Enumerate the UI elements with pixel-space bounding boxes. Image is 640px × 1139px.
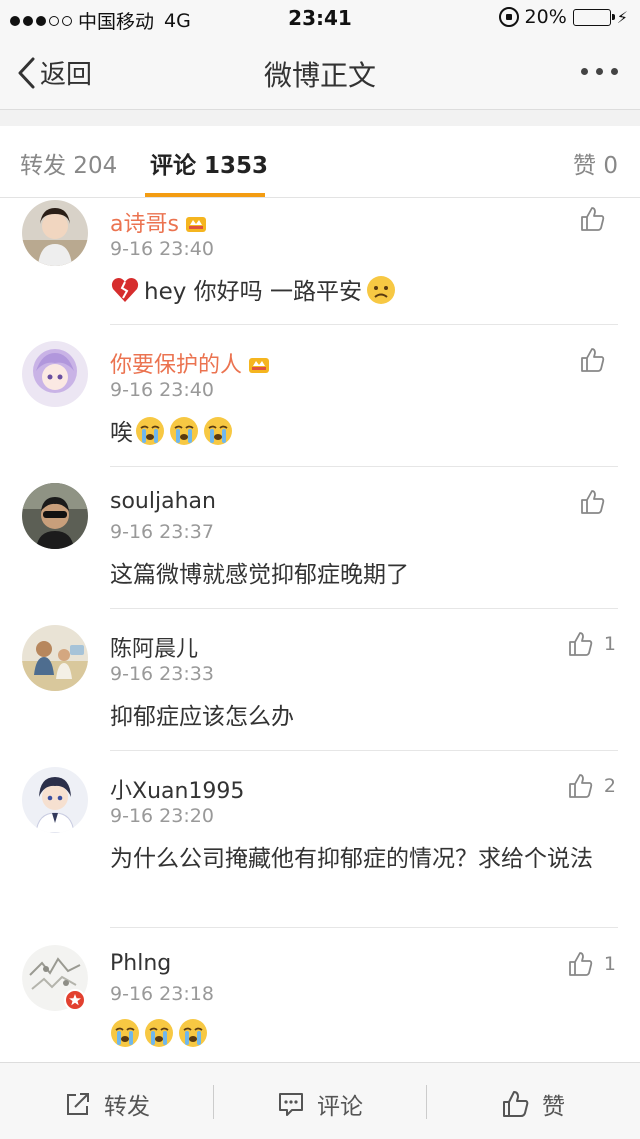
comment-text: hey 你好吗 一路平安 [110, 274, 610, 310]
comment-timestamp: 9-16 23:33 [110, 663, 214, 685]
crying-face-icon [170, 417, 198, 445]
comment-username[interactable]: 陈阿晨儿 [110, 631, 198, 663]
page-title: 微博正文 [263, 59, 376, 92]
battery-percent: 20% [524, 6, 567, 28]
like-count: 2 [603, 775, 616, 797]
charging-icon: ⚡ [616, 7, 628, 27]
vip-crown-icon [185, 217, 206, 232]
tab-reposts[interactable]: 转发 204 [20, 146, 117, 180]
verified-badge-icon [64, 989, 86, 1011]
bottom-toolbar: 转发 评论 赞 [0, 1062, 640, 1139]
tab-comments[interactable]: 评论 1353 [150, 146, 268, 180]
divider [110, 750, 618, 751]
thumbs-up-icon [569, 632, 593, 656]
like-button[interactable] [580, 347, 616, 373]
comment-list[interactable]: a诗哥s 9-16 23:40 hey 你好吗 一路平安 你要保护的人 9-16… [0, 198, 640, 1062]
comment-username[interactable]: 小Xuan1995 [110, 773, 244, 805]
broken-heart-icon [111, 278, 139, 302]
share-icon [67, 1093, 89, 1115]
comment-text [110, 1017, 610, 1053]
thumbs-up-icon [581, 207, 605, 231]
avatar[interactable] [22, 625, 88, 691]
more-options-icon[interactable] [581, 68, 618, 75]
status-bar: 中国移动 4G 23:41 20% ⚡ [0, 0, 640, 38]
thumbs-up-icon [503, 1091, 529, 1117]
divider [110, 466, 618, 467]
crying-face-icon [204, 417, 232, 445]
orientation-lock-icon [498, 7, 519, 27]
avatar[interactable] [22, 341, 88, 407]
like-button[interactable] [580, 489, 616, 515]
battery-area: 20% ⚡ [498, 6, 628, 28]
active-tab-indicator [145, 193, 265, 197]
comment-timestamp: 9-16 23:37 [110, 521, 214, 543]
toolbar-divider [213, 1085, 214, 1119]
battery-icon [572, 8, 615, 26]
like-count: 1 [603, 633, 616, 655]
comment-button[interactable]: 评论 [277, 1087, 363, 1121]
comment-timestamp: 9-16 23:18 [110, 983, 214, 1005]
like-button[interactable]: 1 [568, 951, 616, 977]
crying-face-icon [179, 1019, 207, 1047]
divider [110, 927, 618, 928]
avatar[interactable] [22, 767, 88, 833]
avatar[interactable] [22, 200, 88, 266]
comment-bubble-icon [279, 1093, 303, 1116]
comment-username[interactable]: souljahan [110, 489, 216, 514]
crying-face-icon [145, 1019, 173, 1047]
comment-username[interactable]: Phlng [110, 951, 171, 976]
like-button[interactable]: 1 [568, 631, 616, 657]
comment-text: 唉 [110, 415, 610, 451]
avatar[interactable] [22, 945, 88, 1011]
like-post-button[interactable]: 赞 [502, 1087, 565, 1121]
comment-timestamp: 9-16 23:40 [110, 238, 214, 260]
like-button[interactable]: 2 [568, 773, 616, 799]
crying-face-icon [136, 417, 164, 445]
thumbs-up-icon [569, 774, 593, 798]
avatar[interactable] [22, 483, 88, 549]
divider [110, 608, 618, 609]
crying-face-icon [111, 1019, 139, 1047]
comment-text: 抑郁症应该怎么办 [110, 704, 294, 730]
comment-text: 为什么公司掩藏他有抑郁症的情况？求给个说法 [110, 846, 593, 872]
like-count: 1 [603, 953, 616, 975]
nav-bar: 返回 微博正文 [0, 38, 640, 110]
divider [110, 324, 618, 325]
comment-username[interactable]: a诗哥s [110, 206, 207, 238]
sad-face-icon [366, 276, 395, 304]
vip-crown-icon [249, 358, 270, 373]
comment-timestamp: 9-16 23:20 [110, 805, 214, 827]
thumbs-up-icon [581, 490, 605, 514]
repost-button[interactable]: 转发 [64, 1087, 150, 1121]
tab-likes[interactable]: 赞 0 [573, 146, 618, 180]
toolbar-divider [426, 1085, 427, 1119]
comment-text: 这篇微博就感觉抑郁症晚期了 [110, 562, 409, 588]
comment-username[interactable]: 你要保护的人 [110, 347, 270, 379]
like-button[interactable] [580, 206, 616, 232]
comment-tabs: 转发 204 评论 1353 赞 0 [0, 126, 640, 198]
thumbs-up-icon [581, 348, 605, 372]
comment-timestamp: 9-16 23:40 [110, 379, 214, 401]
thumbs-up-icon [569, 952, 593, 976]
